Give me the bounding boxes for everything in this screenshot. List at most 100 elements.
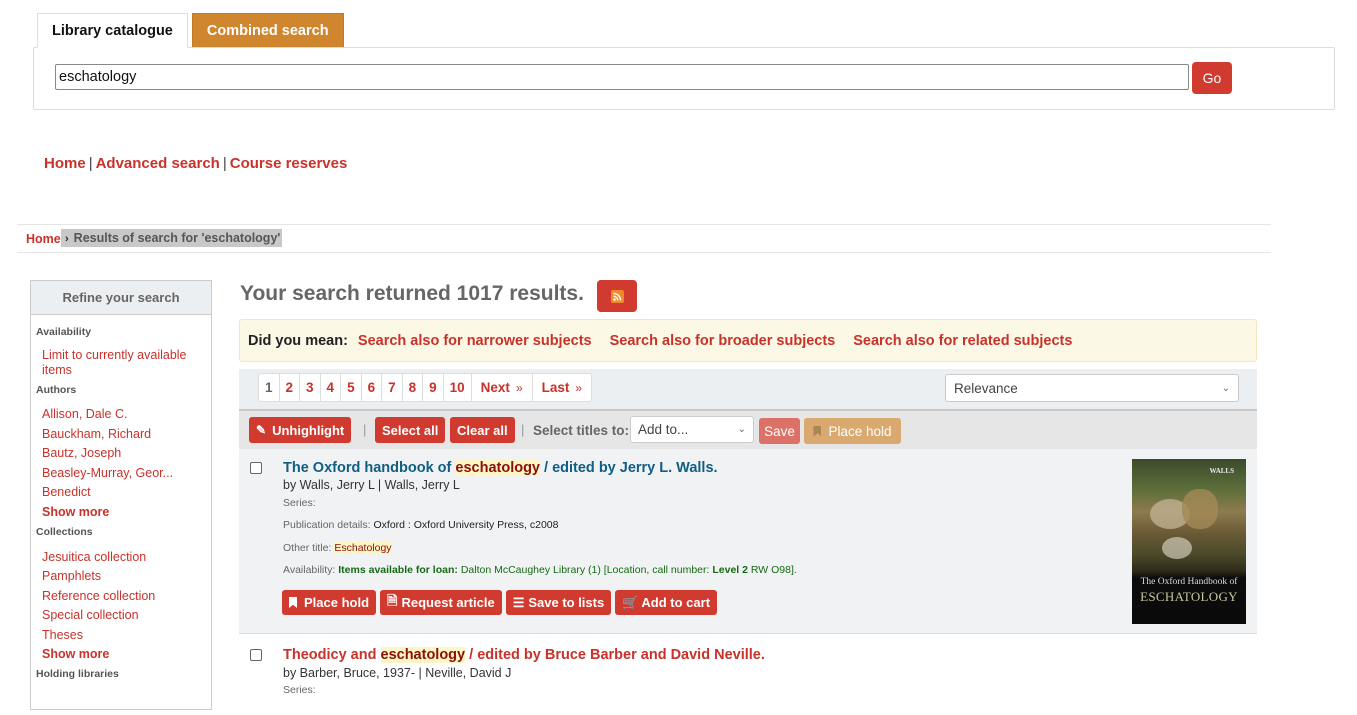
facet-collection[interactable]: Special collection	[42, 608, 211, 623]
did-you-mean-label: Did you mean:	[248, 332, 348, 349]
facet-collection[interactable]: Jesuitica collection	[42, 550, 211, 565]
nav-course-reserves-link[interactable]: Course reserves	[230, 155, 348, 172]
narrower-subjects-link[interactable]: Search also for narrower subjects	[358, 333, 592, 349]
page-link[interactable]: 9	[423, 374, 444, 401]
results-count-heading: Your search returned 1017 results.	[240, 282, 584, 305]
breadcrumb: Home › Results of search for 'eschatology…	[17, 224, 1271, 253]
other-title-label: Other title:	[283, 542, 332, 554]
book-cover-image[interactable]: WALLS The Oxford Handbook of ESCHATOLOGY	[1132, 459, 1246, 624]
page-link[interactable]: 10	[444, 374, 472, 401]
result-item: The Oxford handbook of eschatology / edi…	[239, 449, 1257, 634]
result-availability: Availability: Items available for loan: …	[283, 564, 797, 576]
tab-library-catalogue[interactable]: Library catalogue	[37, 13, 188, 48]
facet-author[interactable]: Bauckham, Richard	[42, 427, 211, 442]
rss-button[interactable]	[597, 280, 637, 312]
result-series: Series:	[283, 684, 316, 696]
title-text: / edited by Jerry L. Walls.	[540, 460, 718, 476]
pencil-icon: ✎	[256, 423, 267, 437]
collections-show-more-link[interactable]: Show more	[42, 647, 211, 662]
go-button[interactable]: Go	[1192, 62, 1232, 94]
cover-editor: WALLS	[1209, 467, 1234, 475]
availability-level: Level 2	[712, 564, 748, 576]
refine-sidebar: Refine your search Availability Limit to…	[30, 280, 212, 710]
cover-art	[1182, 489, 1218, 529]
result-publication: Publication details: Oxford : Oxford Uni…	[283, 519, 558, 531]
facet-title-availability: Availability	[36, 326, 92, 338]
result-title-link[interactable]: The Oxford handbook of eschatology / edi…	[283, 460, 718, 476]
authors-show-more-link[interactable]: Show more	[42, 505, 211, 520]
save-to-lists-button[interactable]: ☰ Save to lists	[505, 590, 612, 615]
top-nav: Home | Advanced search | Course reserves	[44, 155, 347, 172]
result-checkbox[interactable]	[250, 462, 262, 474]
add-to-selected-value: Add to...	[638, 422, 689, 437]
place-hold-button[interactable]: Place hold	[282, 590, 377, 615]
facet-link-available-items[interactable]: Limit to currently available items	[42, 348, 202, 378]
title-text: The Oxford handbook of	[283, 460, 456, 476]
other-title-value: Eschatology	[334, 542, 392, 554]
result-other-title: Other title: Eschatology	[283, 542, 392, 554]
breadcrumb-current: › Results of search for 'eschatology'	[61, 229, 283, 247]
facet-author[interactable]: Bautz, Joseph	[42, 446, 211, 461]
last-page-link[interactable]: Last »	[533, 374, 591, 401]
broader-subjects-link[interactable]: Search also for broader subjects	[610, 333, 836, 349]
page-link[interactable]: 7	[382, 374, 403, 401]
availability-library: Dalton McCaughey Library (1) [Location, …	[460, 564, 710, 576]
availability-label: Availability:	[283, 564, 336, 576]
nav-separator: |	[222, 155, 227, 172]
nav-home-link[interactable]: Home	[44, 155, 86, 172]
sort-select[interactable]: Relevance ⌄	[945, 374, 1239, 402]
facet-collection[interactable]: Pamphlets	[42, 569, 211, 584]
publication-value: Oxford : Oxford University Press, c2008	[373, 519, 559, 531]
select-titles-label: Select titles to:	[533, 423, 630, 438]
rss-feed-icon	[610, 289, 624, 303]
clear-all-button[interactable]: Clear all	[450, 417, 515, 443]
search-panel: Go	[33, 47, 1335, 110]
facet-author[interactable]: Allison, Dale C.	[42, 407, 211, 422]
list-icon: ☰	[512, 594, 525, 610]
result-actions: Place hold 🗎 Request article ☰ Save to lis…	[282, 590, 721, 615]
result-checkbox[interactable]	[250, 649, 262, 661]
selection-toolbar: ✎ Unhighlight | Select all Clear all | Se…	[239, 409, 1257, 449]
page-link[interactable]: 4	[321, 374, 342, 401]
facet-author[interactable]: Beasley-Murray, Geor...	[42, 466, 211, 481]
title-highlight: eschatology	[380, 647, 466, 663]
search-input[interactable]	[55, 64, 1189, 90]
cover-art	[1162, 537, 1192, 559]
place-hold-selected-button[interactable]: Place hold	[804, 418, 901, 444]
save-button[interactable]: Save	[759, 418, 800, 444]
place-hold-label: Place hold	[304, 595, 370, 610]
last-label: Last	[541, 380, 570, 395]
page-link[interactable]: 3	[300, 374, 321, 401]
availability-call-number: RW O98].	[750, 564, 797, 576]
tab-combined-search[interactable]: Combined search	[191, 13, 344, 48]
nav-advanced-search-link[interactable]: Advanced search	[96, 155, 220, 172]
facet-author[interactable]: Benedict	[42, 485, 211, 500]
page-link[interactable]: 6	[362, 374, 383, 401]
add-to-cart-button[interactable]: 🛒 Add to cart	[615, 590, 718, 615]
add-to-cart-label: Add to cart	[641, 595, 711, 610]
request-article-button[interactable]: 🗎 Request article	[380, 590, 502, 615]
related-subjects-link[interactable]: Search also for related subjects	[853, 333, 1072, 349]
availability-status: Items available for loan:	[338, 564, 458, 576]
page-link-current[interactable]: 1	[259, 374, 280, 401]
place-hold-label: Place hold	[828, 423, 892, 439]
page-link[interactable]: 8	[403, 374, 424, 401]
facet-collection[interactable]: Reference collection	[42, 589, 211, 604]
cover-title-line1: The Oxford Handbook of	[1140, 577, 1238, 587]
double-chevron-right-icon: »	[575, 380, 583, 395]
next-page-link[interactable]: Next »	[472, 374, 533, 401]
result-authors: by Walls, Jerry L | Walls, Jerry L	[283, 478, 460, 492]
bookmark-icon	[813, 425, 822, 437]
result-title-link[interactable]: Theodicy and eschatology / edited by Bru…	[283, 647, 765, 663]
next-label: Next	[480, 380, 510, 395]
unhighlight-button[interactable]: ✎ Unhighlight	[249, 417, 352, 443]
search-tabs: Library catalogue Combined search	[37, 13, 348, 48]
toolbar-separator: |	[363, 422, 367, 437]
breadcrumb-home-link[interactable]: Home	[26, 232, 61, 246]
page-link[interactable]: 2	[280, 374, 301, 401]
facet-collection[interactable]: Theses	[42, 628, 211, 643]
publication-label: Publication details:	[283, 519, 371, 531]
page-link[interactable]: 5	[341, 374, 362, 401]
select-all-button[interactable]: Select all	[375, 417, 446, 443]
add-to-select[interactable]: Add to... ⌄	[630, 416, 754, 443]
